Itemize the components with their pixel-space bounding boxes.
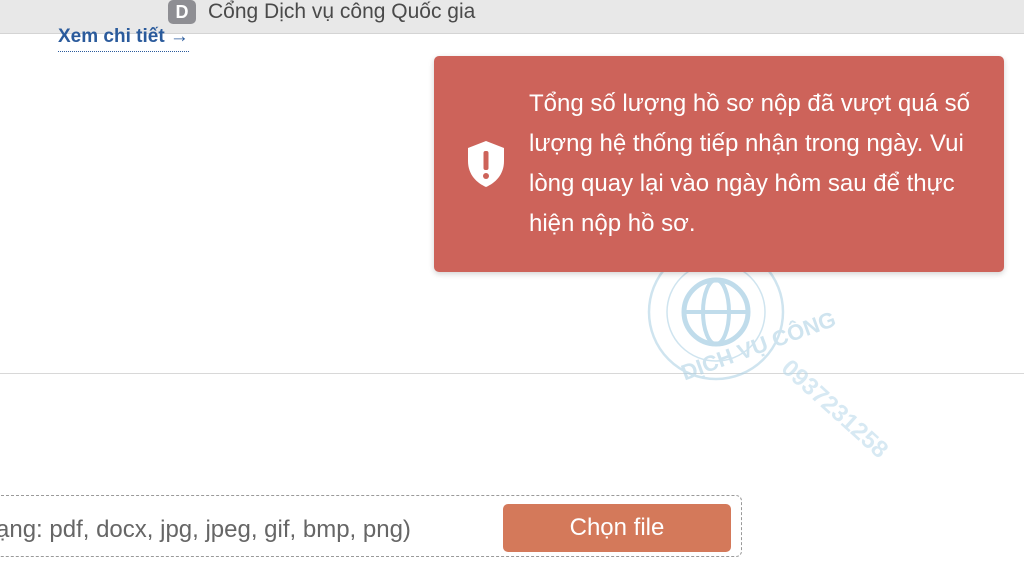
choose-file-button[interactable]: Chọn file <box>503 504 731 552</box>
shield-exclamation-icon <box>468 141 504 187</box>
upload-format-hint: ạng: pdf, docx, jpg, jpeg, gif, bmp, png… <box>0 516 411 543</box>
watermark-logo: DỊCH VỤ CÔNG 0937231258 <box>647 243 893 464</box>
section-divider <box>0 373 1024 374</box>
svg-text:0937231258: 0937231258 <box>776 354 893 463</box>
browser-tab[interactable]: D Cổng Dịch vụ công Quốc gia <box>160 0 540 32</box>
view-details-link[interactable]: Xem chi tiết → <box>58 26 189 52</box>
site-favicon-icon: D <box>168 0 196 24</box>
tab-title: Cổng Dịch vụ công Quốc gia <box>208 0 476 23</box>
error-toast: Tổng số lượng hồ sơ nộp đã vượt quá số l… <box>434 56 1004 272</box>
toast-message: Tổng số lượng hồ sơ nộp đã vượt quá số l… <box>529 90 970 237</box>
